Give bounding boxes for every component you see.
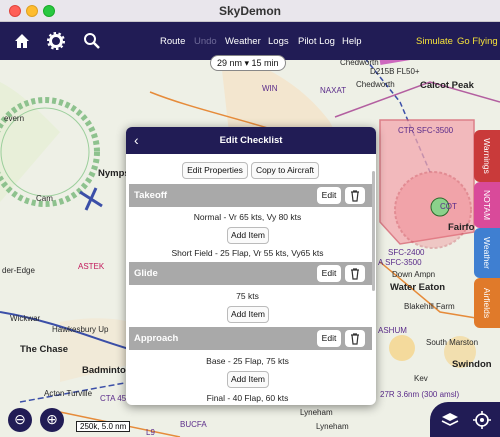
zoom-level-selector[interactable]: 29 nm ▾ 15 min (210, 55, 286, 71)
trash-icon (351, 268, 359, 280)
trash-icon (351, 333, 359, 345)
map-label-l9: L9 (146, 428, 155, 437)
map-label-calcot-peak: Calcot Peak (420, 80, 474, 91)
map-label-wickwar: Wickwar (10, 314, 41, 323)
map-label-astek: ASTEK (78, 262, 105, 271)
tab-airfields-label: Airfields (482, 287, 493, 319)
add-item-button[interactable]: Add Item (227, 306, 269, 323)
locate-button[interactable]: ⊕ (40, 408, 64, 432)
map-label-swindon: Swindon (452, 359, 492, 370)
menu-simulate[interactable]: Simulate (416, 36, 453, 47)
map-label-blakehill: Blakehill Farm (404, 302, 455, 311)
list-item[interactable]: Short Field - 25 Flap, Vr 55 kts, Vy65 k… (126, 248, 369, 258)
crosshair-icon[interactable] (472, 410, 492, 430)
map-label-evern: evern (4, 114, 25, 123)
section-title: Approach (134, 333, 179, 344)
delete-section-button[interactable] (345, 330, 365, 347)
map-label-lyneham-2: Lyneham (316, 422, 349, 431)
section-title: Takeoff (134, 190, 168, 201)
zoom-out-button[interactable]: ⊖ (8, 408, 32, 432)
section-takeoff: Takeoff Edit (129, 184, 372, 207)
map-label-sfc-3500: A SFC-3500 (378, 258, 422, 267)
map-label-kev: Kev (414, 374, 428, 383)
tab-warnings-label: Warnings (482, 138, 492, 174)
gear-icon[interactable] (46, 31, 66, 51)
edit-section-button[interactable]: Edit (317, 265, 341, 282)
add-item-button[interactable]: Add Item (227, 371, 269, 388)
map-label-ctr: CTR SFC-3500 (398, 126, 454, 135)
menu-pilot-log[interactable]: Pilot Log (298, 36, 335, 47)
tab-airfields[interactable]: Airfields (474, 278, 500, 328)
tab-notam[interactable]: NOTAM (474, 182, 500, 228)
list-item[interactable]: 75 kts (126, 291, 369, 301)
edit-section-button[interactable]: Edit (317, 330, 341, 347)
map-label-chedworth-2: Chedworth (356, 80, 395, 89)
map-label-d215b: D215B FL50+ (370, 67, 420, 76)
list-item[interactable]: Base - 25 Flap, 75 kts (126, 356, 369, 366)
delete-section-button[interactable] (345, 265, 365, 282)
menu-go-flying[interactable]: Go Flying (457, 36, 498, 47)
menu-undo[interactable]: Undo (194, 36, 217, 47)
copy-to-aircraft-button[interactable]: Copy to Aircraft (251, 162, 319, 179)
map-label-acton-turville: Acton Turville (44, 389, 93, 398)
list-item[interactable]: Normal - Vr 65 kts, Vy 80 kts (126, 212, 369, 222)
dialog-scrollbar[interactable] (372, 171, 375, 291)
map-label-south-marston: South Marston (426, 338, 479, 347)
dialog-title: Edit Checklist (219, 135, 283, 146)
edit-section-button[interactable]: Edit (317, 187, 341, 204)
edit-checklist-dialog: ‹ Edit Checklist Edit Properties Copy to… (126, 127, 376, 405)
map-label-edge: der-Edge (2, 266, 35, 275)
map-label-bucfa: BUCFA (180, 420, 207, 429)
menu-logs[interactable]: Logs (268, 36, 289, 47)
section-title: Glide (134, 268, 158, 279)
edit-properties-button[interactable]: Edit Properties (182, 162, 248, 179)
list-item[interactable]: Final - 40 Flap, 60 kts (126, 393, 369, 403)
map-label-sfc-2400: SFC-2400 (388, 248, 425, 257)
tab-notam-label: NOTAM (482, 189, 492, 221)
map-label-badminton: Badminton (82, 365, 132, 376)
section-approach: Approach Edit (129, 327, 372, 350)
map-label-the-chase: The Chase (20, 344, 69, 355)
map-scale: 250k, 5.0 nm (76, 421, 131, 432)
home-icon[interactable] (12, 31, 32, 51)
map-tools-panel (430, 402, 500, 437)
tab-weather[interactable]: Weather (474, 228, 500, 278)
layers-icon[interactable] (440, 410, 460, 430)
map-label-water-eaton: Water Eaton (390, 282, 446, 293)
menu-weather[interactable]: Weather (225, 36, 261, 47)
menu-route[interactable]: Route (160, 36, 185, 47)
window-titlebar: SkyDemon (0, 0, 500, 22)
trash-icon (351, 190, 359, 202)
map-label-nympsfield: Nymps (98, 168, 130, 179)
section-glide: Glide Edit (129, 262, 372, 285)
map-label-down-ampney: Down Ampn (392, 270, 436, 279)
map-label-win: WIN (262, 84, 278, 93)
tab-warnings[interactable]: Warnings (474, 130, 500, 182)
menu-help[interactable]: Help (342, 36, 362, 47)
map-label-ashum: ASHUM (378, 326, 407, 335)
tab-weather-label: Weather (482, 237, 493, 269)
map-label-cam: Cam (36, 194, 53, 203)
delete-section-button[interactable] (345, 187, 365, 204)
map-label-hawkesbury: Hawkesbury Up (52, 325, 109, 334)
map-label-lyneham-1: Lyneham (300, 408, 333, 417)
map-label-fairford: Fairfo (448, 222, 475, 233)
map-label-cot: COT (440, 202, 457, 211)
search-icon[interactable] (82, 31, 102, 51)
window-title: SkyDemon (218, 4, 282, 18)
map-label-naxat: NAXAT (320, 86, 347, 95)
dialog-header: ‹ Edit Checklist (126, 127, 376, 154)
add-item-button[interactable]: Add Item (227, 227, 269, 244)
map-label-runway: 27R 3.6nm (300 amsl) (380, 390, 460, 399)
